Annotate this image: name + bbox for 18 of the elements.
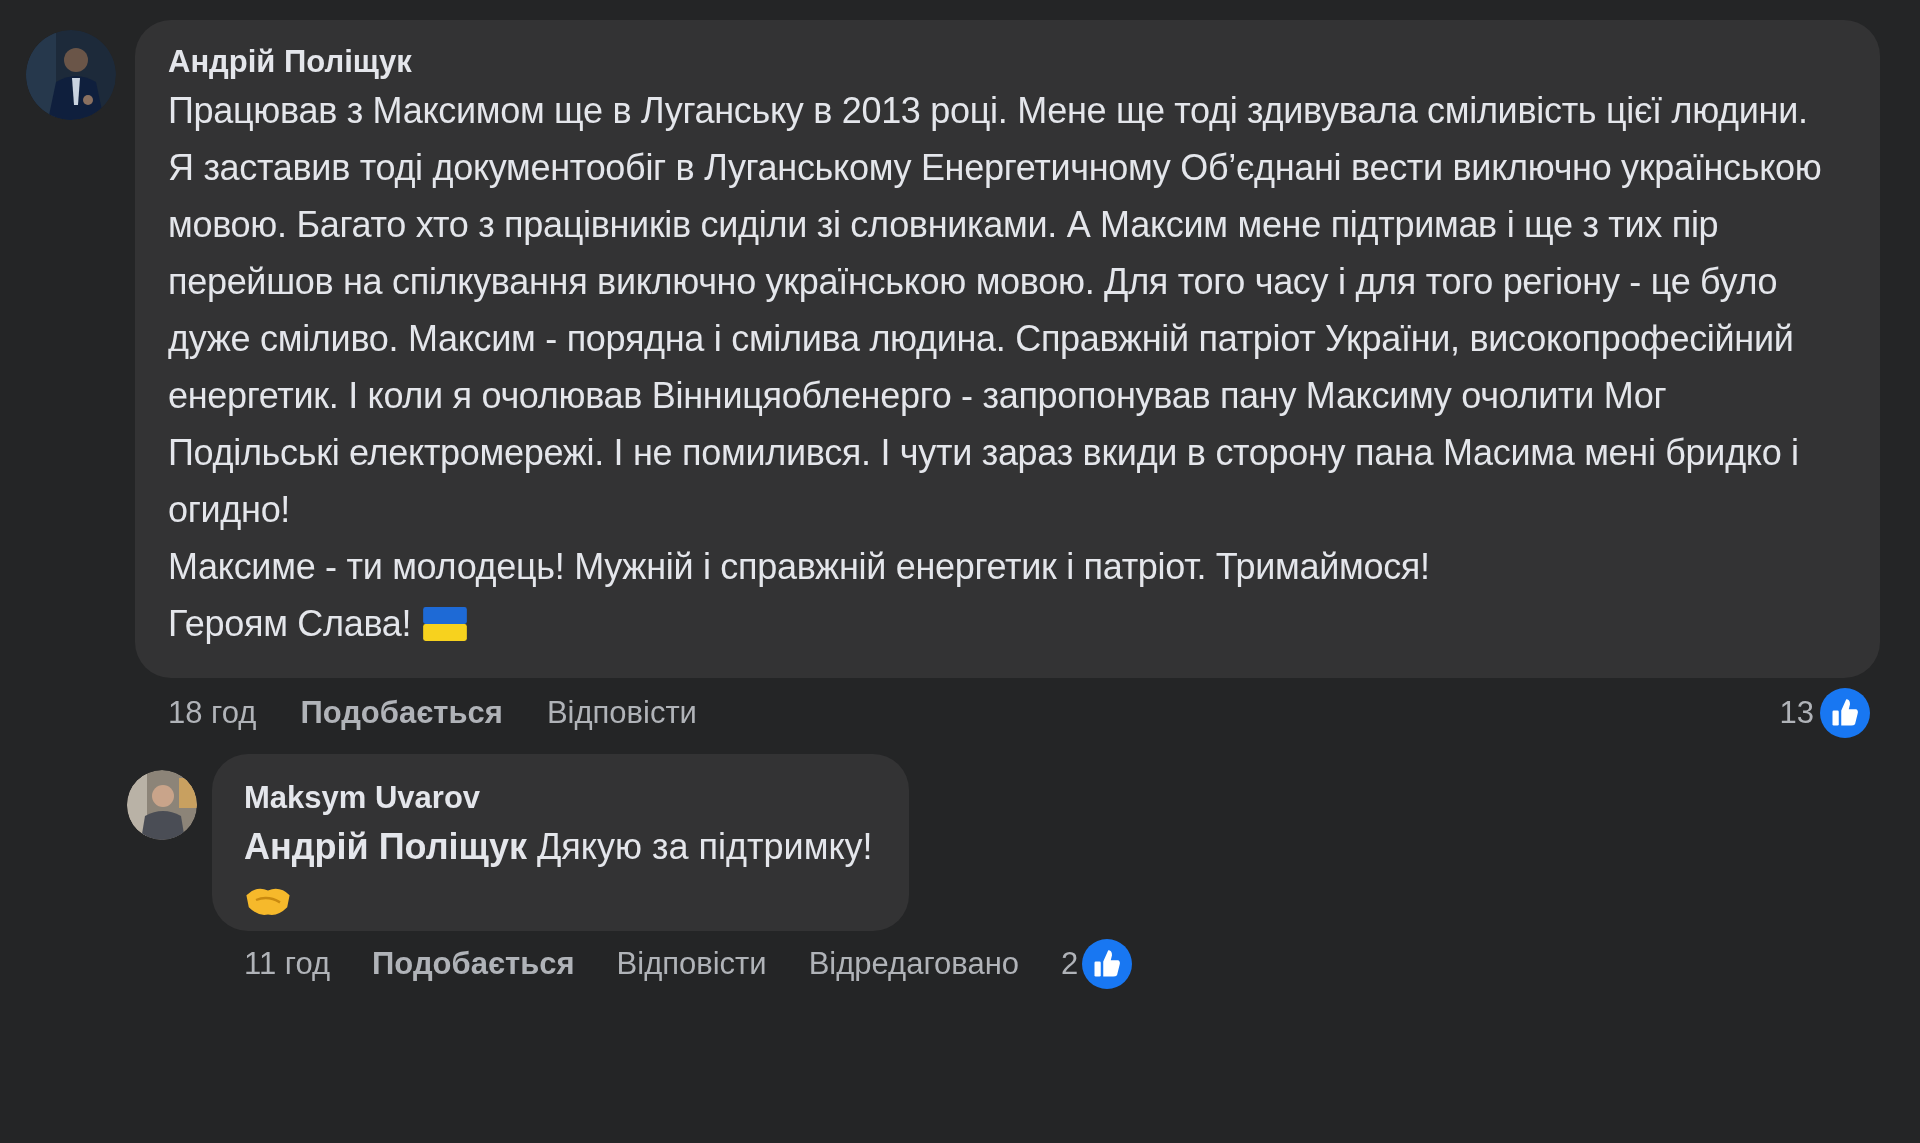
reaction-count[interactable]: 2 [1061,946,1079,982]
like-link[interactable]: Подобається [300,695,503,731]
comment-text: Максиме - ти молодець! Мужній і справжній енергетик і патріот. Тримаймося! [168,545,1430,589]
comment-text: Героям Слава! [168,602,412,646]
author-name[interactable]: Maksym Uvarov [244,778,481,818]
reaction-count[interactable]: 13 [1779,695,1814,731]
reply-link[interactable]: Відповісти [616,946,767,982]
edited-label[interactable]: Відредаговано [808,946,1019,982]
timestamp[interactable]: 18 год [168,695,257,731]
flag-icon [423,606,468,641]
thumbs-up-icon[interactable] [1082,939,1133,989]
like-link[interactable]: Подобається [372,946,575,982]
author-name[interactable]: Андрій Поліщук [168,42,412,82]
reply-link[interactable]: Відповісти [546,695,697,731]
reply-text: Андрій Поліщук Дякую за підтримку! [244,825,873,869]
thumbs-up-icon[interactable] [1820,688,1870,738]
comment-text: Працював з Максимом ще в Луганську в 2013 році. Мене ще тоді здивувала сміливість цієї людини. Я заставив тоді документообіг в Луганському Енергетичному Об’єднані вести виключно українською мовою. Багато хто з працівників сиділи зі словниками. А Максим мене підтримав і ще з тих пір перейшов на спілкування виключно українською мовою. Для того часу і для того регіону - це було дуже сміливо. Максим - порядна і смілива людина. Справжній патріот України, високопрофесійний енергетик. І коли я очолював Вінницяобленерго - запропонував пану Максиму очолити Мог Подільські електромережі. І не помилився. І чути зараз вкиди в сторону пана Масима мені бридко і огидно! [168,89,1823,532]
timestamp[interactable]: 11 год [244,946,331,982]
